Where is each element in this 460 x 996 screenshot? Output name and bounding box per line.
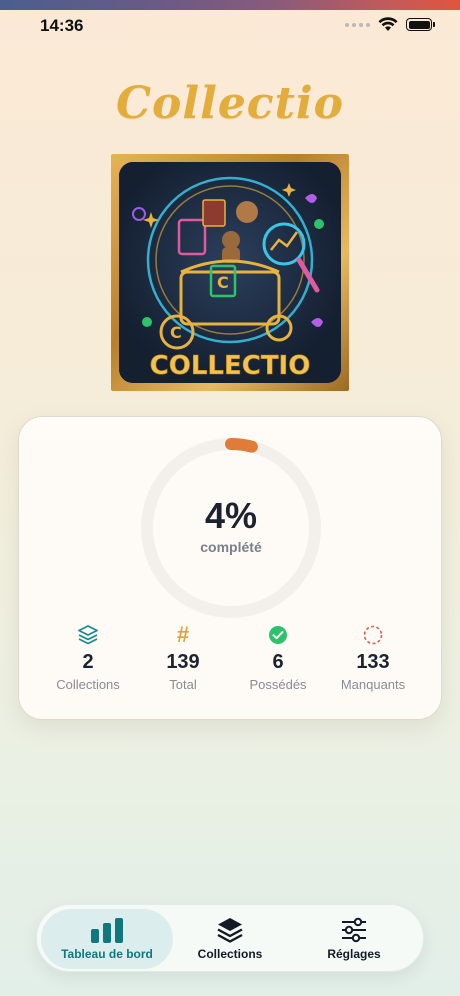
stat-missing: 133 Manquants [323,624,423,692]
app-logo: C C COLLECTIO [111,154,349,391]
stats-row: 2 Collections # 139 Total 6 Possédés 133… [19,624,443,704]
stat-total: # 139 Total [133,622,233,693]
top-accent-bar [0,0,460,10]
stat-value: 133 [356,651,390,673]
stat-value: 6 [272,651,284,673]
stat-label: Collections [56,677,120,692]
app-title: Collectio [116,78,344,129]
cellular-signal-icon [345,22,370,27]
stack-icon [217,918,243,943]
tab-bar: Tableau de bord Collections Réglages [36,904,424,972]
wifi-icon [378,17,398,31]
check-circle-icon [269,626,287,644]
tab-label: Tableau de bord [61,947,153,961]
dashboard-summary-card: 4% complété 2 Collections # 139 Total 6 … [18,416,442,720]
layers-icon [78,625,98,645]
stat-label: Manquants [340,677,406,692]
hash-icon: # [176,622,190,647]
tab-label: Collections [197,947,263,961]
status-bar: 14:36 [0,14,460,38]
tab-dashboard[interactable]: Tableau de bord [41,909,173,969]
logo-text: COLLECTIO [150,351,311,381]
status-time: 14:36 [40,16,84,35]
battery-icon [406,18,435,31]
tab-settings[interactable]: Réglages [299,905,409,973]
progress-arc [225,438,258,453]
stat-label: Possédés [249,677,307,692]
tab-label: Réglages [327,947,381,961]
bar-chart-icon [91,918,123,943]
completion-label: complété [200,539,262,555]
dashed-circle-icon [363,625,383,645]
stat-owned: 6 Possédés [228,624,328,692]
stat-value: 139 [166,651,200,673]
sliders-icon [342,917,366,943]
svg-text:C: C [217,273,229,292]
stat-collections: 2 Collections [38,624,138,692]
completion-percent: 4% [204,495,258,536]
tab-collections[interactable]: Collections [177,905,283,973]
stat-value: 2 [82,651,94,673]
status-icons [345,17,435,32]
svg-text:C: C [170,323,182,342]
stat-label: Total [169,677,197,692]
